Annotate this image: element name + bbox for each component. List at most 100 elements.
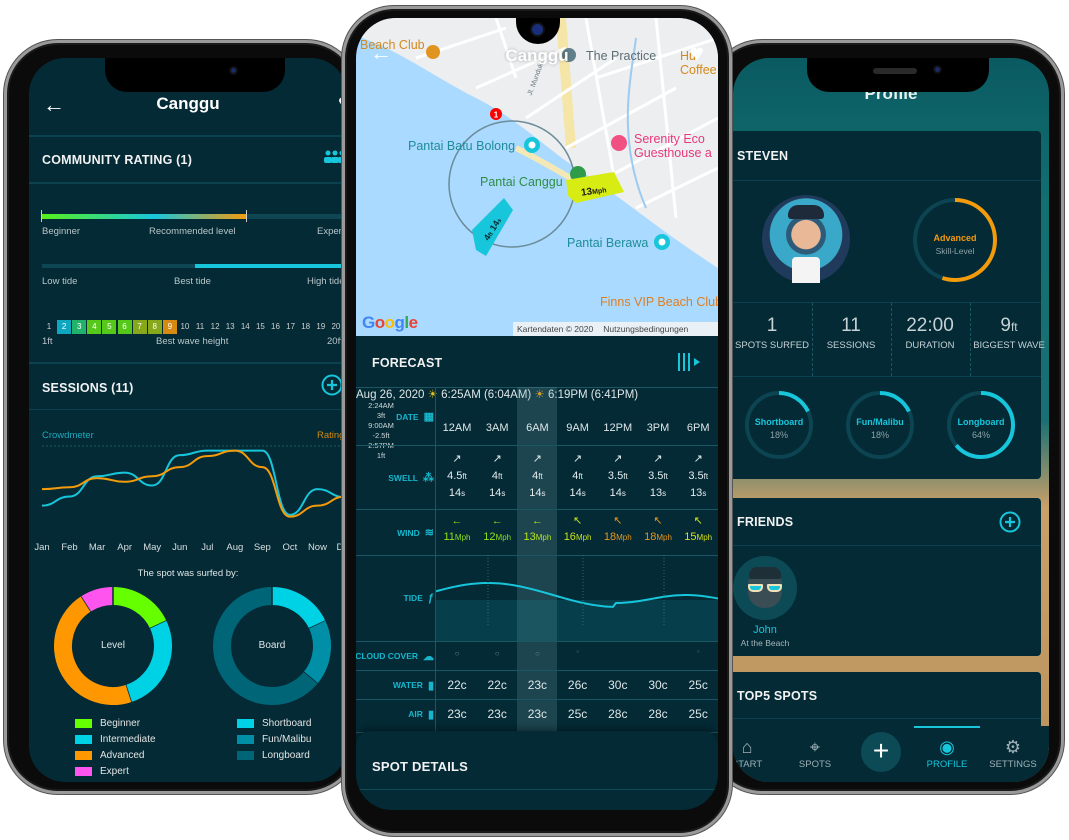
home-icon: ⌂ [741,737,753,757]
cloud-cover-icon: ○ [494,649,500,658]
air-temp-cell: 25c [567,707,588,721]
air-temp-cell: 25c [688,707,708,721]
swell-icon: ⁂ [423,472,434,484]
wind-direction-icon: ← [451,515,463,527]
swell-direction-icon: ↗ [572,453,583,465]
friend-name[interactable]: John [733,624,797,636]
air-temp-cell: 23c [487,707,507,721]
community-rating-title: COMMUNITY RATING (1) [42,153,193,167]
profile-card: STEVEN Advanced Skill-Level 1 SPOTS SURFE… [733,131,1045,479]
x-tick-label: Sep [254,542,271,553]
spot-details-card[interactable]: SPOT DETAILS [356,731,718,810]
friends-card: FRIENDS John At the Beach [733,498,1041,656]
add-session-button[interactable] [321,374,343,396]
tide-label-low: Low tide [42,276,78,287]
time-header[interactable]: 3PM [638,422,678,434]
air-temp-cell: 28c [608,707,628,721]
swell-direction-icon: ↗ [693,453,703,465]
time-header[interactable]: 6AM [517,422,557,434]
row-label-swell: SWELL ⁂ [388,472,434,484]
divider [733,302,1041,303]
tide-fill [194,264,347,268]
time-header[interactable]: 6PM [678,422,718,434]
swell-cell: ↗ 3.5ft 13s [678,451,718,502]
skill-level: Advanced [933,233,977,243]
nav-settings[interactable]: ⚙ SETTINGS [983,737,1043,770]
water-temp-cell: 30c [608,678,628,692]
nav-spots[interactable]: ⌖ SPOTS [785,737,845,770]
board-ring-label: Fun/Malibu 18% [856,417,904,440]
wave-height-19: 19 [316,322,326,331]
level-donut-label: Level [101,640,125,651]
play-forecast-button[interactable] [676,352,704,372]
wave-height-18: 18 [301,322,311,331]
time-header[interactable]: 3AM [477,422,517,434]
wind-cell: ↖ 18Mph [636,513,680,546]
friend-avatar[interactable] [733,556,797,620]
divider [733,545,1041,546]
map-place-finns[interactable]: Finns VIP Beach Club [600,295,718,309]
map-view[interactable]: 1 Beach Club The Practice Hu Coffee Pant… [356,18,718,336]
legend-item: Intermediate [75,734,156,745]
wave-min-label: 1ft [42,336,53,347]
board-slice-0 [271,587,326,629]
board-ring-label: Longboard 64% [957,417,1005,440]
wind-direction-icon: ↖ [693,515,703,527]
stat-2: 22:00 DURATION [905,315,955,351]
tide-event: 2:57PM1ft [368,441,394,460]
wave-height-20: 20 [331,322,341,331]
water-temp-cell: 23c [527,678,548,692]
skill-caption: Skill-Level [935,246,975,256]
wave-caption: Best wave height [156,336,229,347]
x-tick-label: Apr [117,542,132,553]
add-session-fab[interactable]: + [861,732,901,772]
nav-start[interactable]: ⌂ START [733,737,777,770]
wind-cell: ↖ 15Mph [676,513,718,546]
user-avatar[interactable] [762,195,850,283]
map-place-batu-bolong[interactable]: Pantai Batu Bolong [408,139,515,153]
wave-height-15: 15 [255,322,265,331]
divider [29,409,347,410]
wave-height-13: 13 [225,322,235,331]
add-friend-button[interactable] [999,511,1021,533]
row-label-air: AIR ▮ [408,708,434,721]
level-label-max: Expert [317,226,345,237]
time-header[interactable]: 12PM [598,422,638,434]
level-label-min: Beginner [42,226,81,237]
legend-item: Expert [75,766,129,777]
page-title: Canggu [505,46,569,65]
active-tab-indicator [914,726,980,728]
user-name: STEVEN [737,149,789,163]
swell-direction-icon: ↗ [532,453,542,465]
divider [733,376,1041,377]
wave-height-11: 11 [195,322,205,331]
forecast-panel: FORECAST DATE ▦ SWELL ⁂ WIND ≋ TIDE ƒ CLOUD COVE… [356,336,718,756]
level-slice-3 [81,587,114,612]
water-temp-cell: 22c [487,678,507,692]
series-line-rating [41,449,346,518]
map-place-berawa[interactable]: Pantai Berawa [567,236,648,250]
time-header[interactable]: 9AM [558,422,598,434]
nav-profile[interactable]: ◉ PROFILE [917,737,977,770]
wave-height-14: 14 [240,322,250,331]
map-place-serenity[interactable]: Serenity Eco Guesthouse a [634,132,712,160]
swell-cell: ↗ 4.5ft 14s [437,451,477,502]
stat-3: 9ft BIGGEST WAVE [973,315,1045,351]
phone-middle: 1 Beach Club The Practice Hu Coffee Pant… [342,6,732,836]
wave-height-10: 10 [180,322,190,331]
wave-height-1: 1 [46,322,52,331]
air-icon: ▮ [427,708,434,721]
tide-label-high: High tide [307,276,345,287]
level-fill [42,214,247,219]
terms-link[interactable]: Nutzungsbedingungen [603,324,688,334]
spot-forecast-screen: 1 Beach Club The Practice Hu Coffee Pant… [356,18,718,810]
tide-label-best: Best tide [174,276,211,287]
friends-title: FRIENDS [737,515,794,529]
surfed-by-caption: The spot was surfed by: [137,568,239,579]
cloud-icon: ☁ [423,650,434,663]
map-place-pantai-canggu[interactable]: Pantai Canggu [480,175,563,189]
heart-icon[interactable]: ♥ [690,40,704,68]
time-header[interactable]: 12AM [437,422,477,434]
wave-height-17: 17 [286,322,296,331]
row-label-tide: TIDE ƒ [403,592,435,604]
